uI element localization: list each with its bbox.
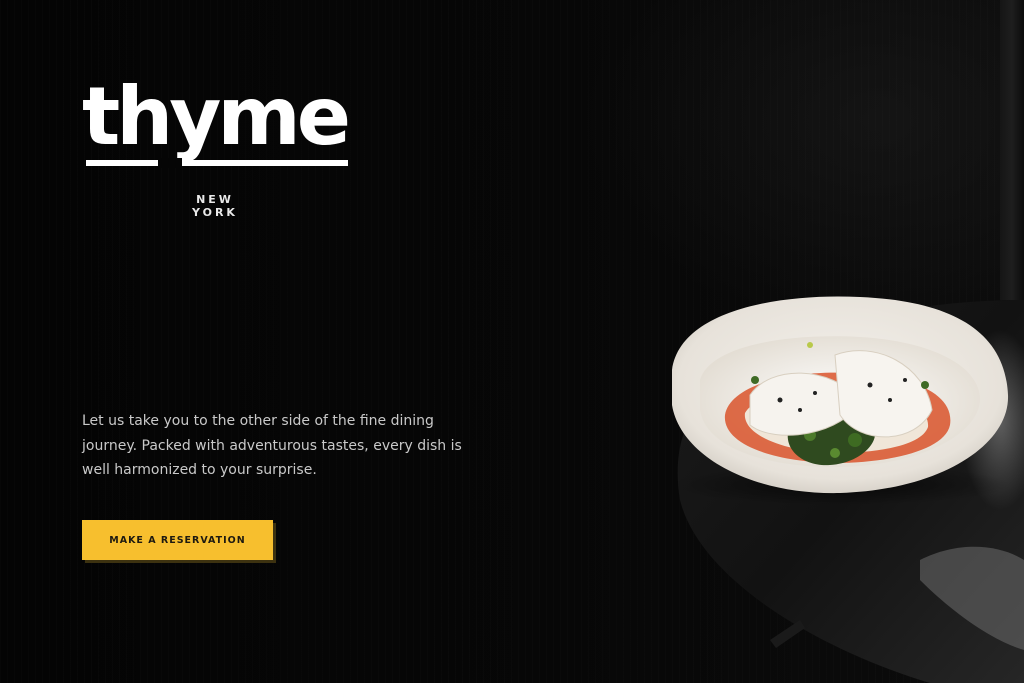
logo-underline — [86, 160, 348, 166]
make-reservation-button[interactable]: MAKE A RESERVATION — [82, 520, 273, 560]
plated-dish-image — [670, 296, 1010, 505]
brand-location: NEW YORK — [192, 193, 238, 219]
logo-underline-gap — [158, 158, 182, 168]
hero-intro-text: Let us take you to the other side of the… — [82, 413, 462, 478]
brand-logo[interactable]: thyme NEW YORK — [82, 70, 352, 220]
hero-section: thyme NEW YORK Let us take you to the ot… — [0, 0, 1024, 683]
brand-wordmark: thyme — [82, 70, 351, 163]
